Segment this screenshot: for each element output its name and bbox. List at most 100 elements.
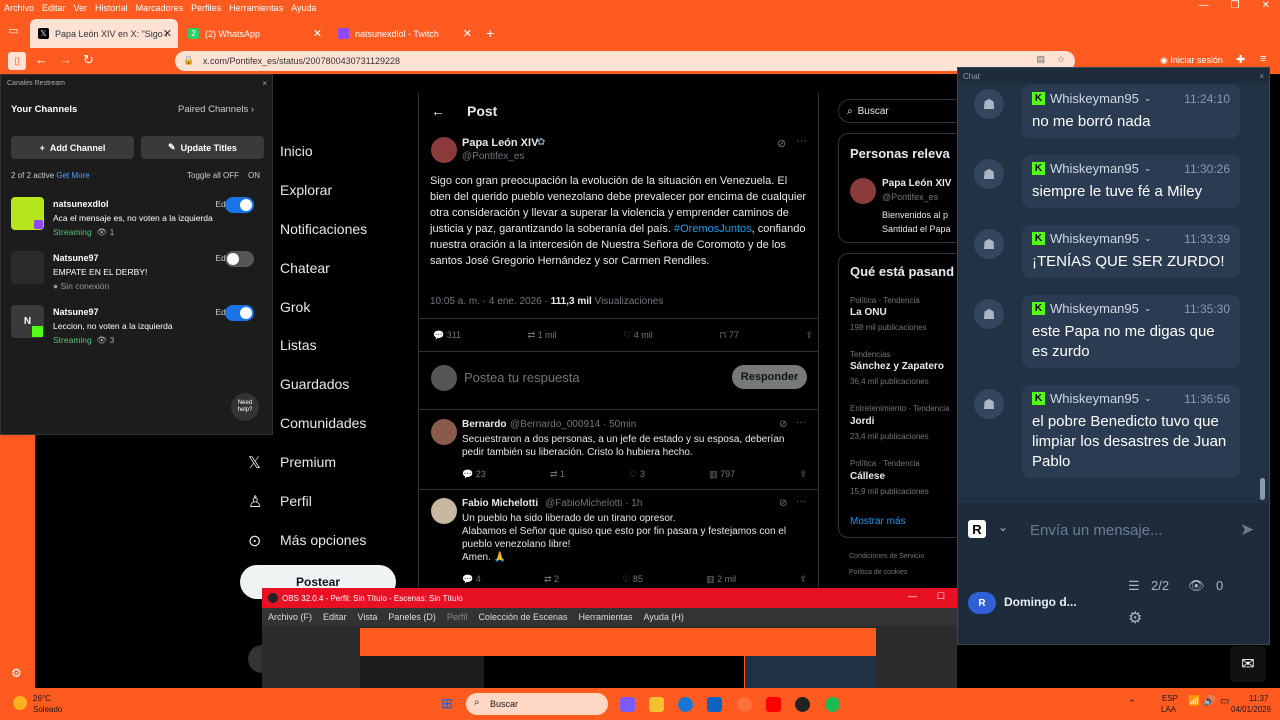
settings-gear-icon[interactable]: ⚙ [1128,608,1142,628]
menu-herramientas[interactable]: Herramientas [229,3,283,13]
file-explorer-icon[interactable] [649,697,664,712]
author-name[interactable]: Papa León XIV [462,137,538,149]
wifi-icon[interactable]: 📶 [1188,696,1200,707]
grok-icon[interactable]: ⊘ [779,498,787,509]
nav-mas-opciones[interactable]: Más opciones [280,532,366,548]
restore-icon[interactable]: ❐ [1231,0,1240,11]
add-channel-button[interactable]: + Add Channel [11,136,134,159]
tab-list-icon[interactable]: ▭ [8,24,18,37]
reply-action[interactable]: 💬 4 [462,574,481,585]
reply-action[interactable]: 💬 311 [433,330,461,341]
more-icon[interactable]: ··· [796,135,807,147]
repost-action[interactable]: ⇄ 2 [544,574,559,585]
chat-close-icon[interactable]: × [1259,72,1264,81]
grok-icon[interactable]: ⊘ [777,137,786,150]
menu-marcadores[interactable]: Marcadores [136,3,184,13]
share-icon[interactable]: ⇪ [799,574,807,585]
reply-author[interactable]: Fabio Michelotti [462,498,538,509]
close-icon[interactable]: ✕ [1262,0,1270,11]
spotify-icon[interactable] [825,697,840,712]
hashtag-link[interactable]: #OremosJuntos [674,223,752,235]
footer-cookies-link[interactable]: Política de cookies [849,569,907,576]
obs-menu-paneles[interactable]: Paneles (D) [388,612,436,622]
trend-item[interactable]: Cállese [850,471,885,482]
restream-close-icon[interactable]: × [262,79,267,88]
chat-toggle-button[interactable]: ✉ [1230,646,1266,682]
tray-chevron-icon[interactable]: ⌃ [1128,698,1136,709]
tab-close-icon[interactable]: ✕ [313,27,322,40]
nav-grok[interactable]: Grok [280,299,310,315]
outlook-icon[interactable] [707,697,722,712]
author-avatar[interactable] [431,137,457,163]
author-handle[interactable]: @Pontifex_es [462,151,524,162]
tab-close-icon[interactable]: ✕ [463,27,472,40]
menu-ayuda[interactable]: Ayuda [291,3,316,13]
obs-menu-colecciones[interactable]: Colección de Escenas [478,612,567,622]
minimize-icon[interactable]: — [908,591,917,601]
footer-terms-link[interactable]: Condiciones de Servicio [849,553,924,560]
bookmark-star-icon[interactable]: ☆ [1057,54,1065,65]
search-input[interactable]: ⌕ Buscar [838,99,958,123]
nav-premium[interactable]: Premium [280,454,336,470]
nav-notificaciones[interactable]: Notificaciones [280,221,367,237]
obs-menu-ayuda[interactable]: Ayuda (H) [644,612,684,622]
signin-button[interactable]: ◉ Iniciar sesión [1160,55,1223,66]
menu-editar[interactable]: Editar [42,3,66,13]
trend-item[interactable]: Jordi [850,416,874,427]
trend-item[interactable]: Sánchez y Zapatero [850,361,944,372]
chat-scrollbar[interactable] [1260,478,1265,500]
menu-ver[interactable]: Ver [74,3,88,13]
nav-guardados[interactable]: Guardados [280,376,349,392]
youtube-icon[interactable] [766,697,781,712]
more-icon[interactable]: ··· [796,417,806,428]
tab-whatsapp[interactable]: 2 (2) WhatsApp ✕ [180,19,328,48]
menu-historial[interactable]: Historial [95,3,128,13]
nav-explorar[interactable]: Explorar [280,182,332,198]
views-action[interactable]: ▥ 797 [709,469,735,480]
new-tab-icon[interactable]: + [486,25,494,41]
like-action[interactable]: ♡ 85 [622,574,643,585]
menu-archivo[interactable]: Archivo [4,3,34,13]
relevant-name[interactable]: Papa León XIV [882,178,951,189]
channel-toggle[interactable] [225,305,254,321]
obs-menu-vista[interactable]: Vista [358,612,378,622]
nav-chatear[interactable]: Chatear [280,260,330,276]
tab-twitch[interactable]: natsunexdlol - Twitch ✕ [330,19,478,48]
trend-item[interactable]: La ONU [850,307,887,318]
views-action[interactable]: ▥ 2 mil [706,574,736,585]
nav-comunidades[interactable]: Comunidades [280,415,366,431]
reply-input[interactable]: Postea tu respuesta [464,370,580,385]
reply-button[interactable]: Responder [732,365,807,389]
grok-icon[interactable]: ⊘ [779,419,787,430]
obs-menu-perfil[interactable]: Perfil [447,612,468,622]
more-icon[interactable]: ··· [796,496,806,507]
chevron-down-icon[interactable]: ⌄ [998,520,1008,534]
reply-avatar[interactable] [431,419,457,445]
update-titles-button[interactable]: ✎ Update Titles [141,136,264,159]
share-icon[interactable]: ⇪ [799,469,807,480]
forward-icon[interactable]: → [59,52,72,67]
copilot-icon[interactable] [620,697,635,712]
get-more-link[interactable]: Get More [56,171,89,180]
like-action[interactable]: ♡ 4 mil [623,330,653,341]
reply-action[interactable]: 💬 23 [462,469,486,480]
back-icon[interactable]: ← [35,52,48,67]
toggle-all-on[interactable]: ON [248,171,260,180]
menu-icon[interactable]: ≡ [1260,53,1266,65]
obs-preview[interactable] [360,628,876,688]
windows-start-icon[interactable]: ⊞ [441,696,456,711]
firefox-icon[interactable] [737,697,752,712]
channel-toggle[interactable] [225,197,254,213]
sidebar-toggle-icon[interactable]: ▯ [8,52,26,70]
address-bar[interactable]: 🔒 x.com/Pontifex_es/status/2007800430731… [175,51,1075,71]
battery-icon[interactable]: ▭ [1220,696,1229,707]
bookmark-action[interactable]: ⊓ 77 [719,330,739,341]
need-help-button[interactable]: Need help? [231,393,259,421]
like-action[interactable]: ♡ 3 [629,469,645,480]
reader-icon[interactable]: ▤ [1036,54,1045,65]
reply-avatar[interactable] [431,498,457,524]
paired-channels-tab[interactable]: Paired Channels › [178,104,254,115]
repost-action[interactable]: ⇄ 1 [550,469,565,480]
maximize-icon[interactable]: ☐ [937,591,945,602]
back-arrow-icon[interactable]: ← [431,103,445,119]
